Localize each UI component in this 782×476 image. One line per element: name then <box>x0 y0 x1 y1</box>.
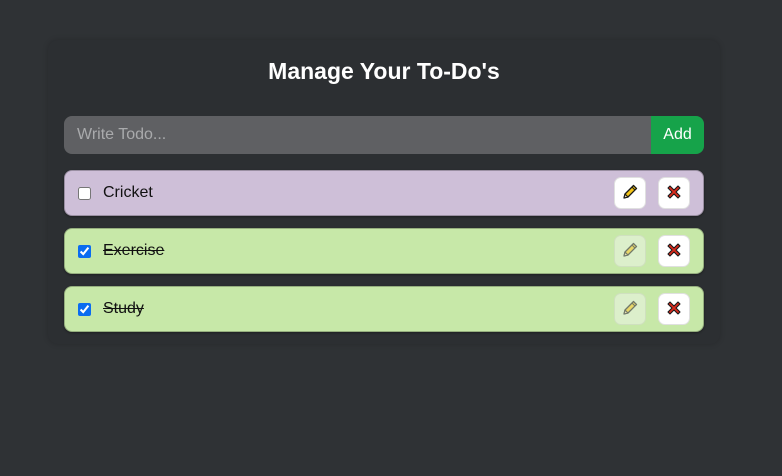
todo-item: Exercise <box>64 228 704 274</box>
todo-text: Exercise <box>103 242 165 259</box>
close-x-icon <box>665 299 683 320</box>
todo-text: Study <box>103 300 144 317</box>
edit-button[interactable] <box>614 293 646 325</box>
delete-button[interactable] <box>658 235 690 267</box>
todo-checkbox[interactable] <box>78 244 91 258</box>
todo-checkbox[interactable] <box>78 302 91 316</box>
close-x-icon <box>665 241 683 262</box>
edit-button[interactable] <box>614 235 646 267</box>
pencil-icon <box>621 183 639 204</box>
new-todo-form: Add <box>64 116 704 154</box>
pencil-icon <box>621 241 639 262</box>
delete-button[interactable] <box>658 293 690 325</box>
todo-text: Cricket <box>103 184 153 201</box>
edit-button[interactable] <box>614 177 646 209</box>
todo-input[interactable] <box>64 116 651 154</box>
close-x-icon <box>665 183 683 204</box>
todo-item: Study <box>64 286 704 332</box>
todo-checkbox[interactable] <box>78 186 91 200</box>
page-title: Manage Your To-Do's <box>268 58 500 84</box>
delete-button[interactable] <box>658 177 690 209</box>
todo-card: Manage Your To-Do's Add Cricket <box>48 40 720 344</box>
todo-item: Cricket <box>64 170 704 216</box>
add-button[interactable]: Add <box>651 116 704 154</box>
pencil-icon <box>621 299 639 320</box>
